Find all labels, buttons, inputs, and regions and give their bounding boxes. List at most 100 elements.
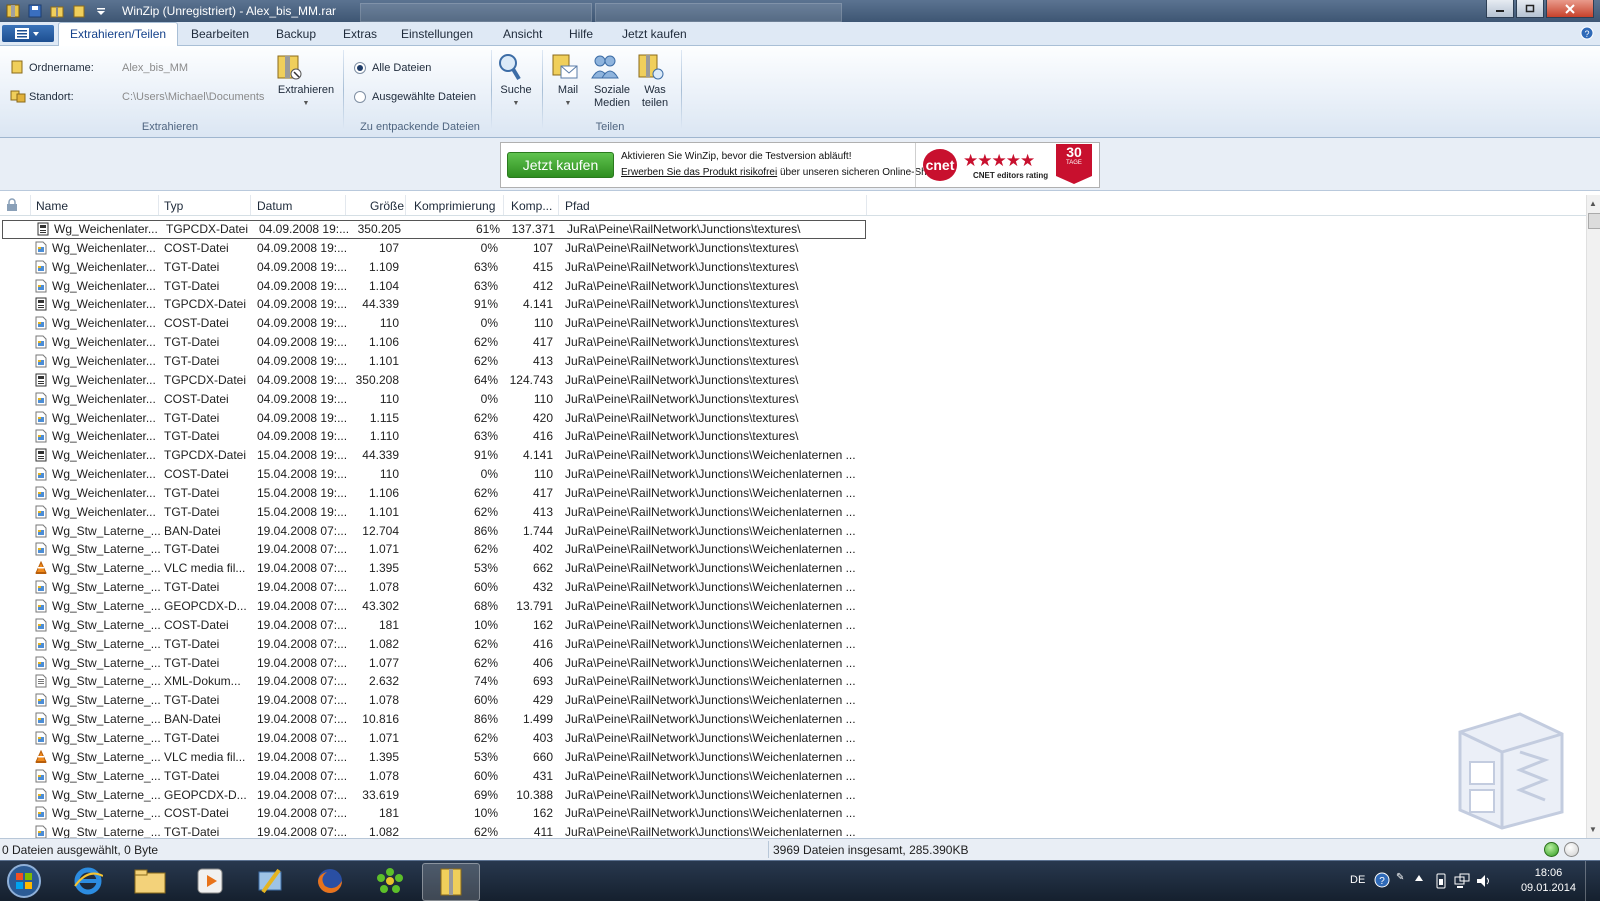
file-row[interactable]: Wg_Weichenlater... TGPCDX-Datei 04.09.2008… (2, 220, 866, 239)
standort-field[interactable]: C:\Users\Michael\Documents (122, 91, 264, 103)
file-row[interactable]: Wg_Weichenlater... COST-Datei 04.09.2008 1… (0, 314, 866, 333)
vertical-scrollbar[interactable]: ▲ ▼ (1586, 195, 1600, 838)
file-row[interactable]: Wg_Stw_Laterne_... XML-Dokum... 19.04.2008… (0, 672, 866, 691)
file-compression-ratio: 61% (475, 222, 500, 236)
file-row[interactable]: Wg_Stw_Laterne_... BAN-Datei 19.04.2008 07… (0, 710, 866, 729)
taskbar-internet-explorer-icon[interactable] (60, 863, 116, 899)
file-row[interactable]: Wg_Stw_Laterne_... TGT-Datei 19.04.2008 07… (0, 578, 866, 597)
file-row[interactable]: Wg_Weichenlater... TGT-Datei 15.04.2008 19… (0, 484, 866, 503)
file-row[interactable]: Wg_Stw_Laterne_... GEOPCDX-D... 19.04.2008… (0, 597, 866, 616)
tray-help-icon[interactable]: ? (1374, 872, 1390, 888)
show-desktop-button[interactable] (1585, 861, 1600, 901)
share-what-button[interactable]: Was teilen (636, 52, 674, 110)
banner-message-line1: Aktivieren Sie WinZip, bevor die Testver… (621, 151, 852, 162)
radio-ausgewaehlte-dateien[interactable]: Ausgewählte Dateien (354, 91, 476, 103)
social-media-button[interactable]: Soziale Medien (590, 52, 634, 110)
taskbar-icq-icon[interactable] (362, 863, 418, 899)
start-button[interactable] (4, 862, 48, 900)
save-icon[interactable] (26, 2, 44, 20)
tab-extras[interactable]: Extras (343, 27, 377, 41)
column-komprimierung[interactable]: Komprimierung (414, 199, 495, 213)
file-row[interactable]: Wg_Stw_Laterne_... TGT-Datei 19.04.2008 07… (0, 823, 866, 838)
scrollbar-thumb[interactable] (1588, 213, 1600, 229)
column-groesse[interactable]: Größe (370, 199, 404, 213)
file-row[interactable]: Wg_Stw_Laterne_... COST-Datei 19.04.2008 0… (0, 616, 866, 635)
file-row[interactable]: Wg_Stw_Laterne_... VLC media fil... 19.04.… (0, 559, 866, 578)
file-row[interactable]: Wg_Weichenlater... COST-Datei 15.04.2008 1… (0, 465, 866, 484)
banner-purchase-link[interactable]: Erwerben Sie das Produkt risikofrei (621, 167, 777, 178)
search-button[interactable]: Suche ▼ (497, 52, 535, 110)
file-row[interactable]: Wg_Weichenlater... TGPCDX-Datei 15.04.2008… (0, 446, 866, 465)
file-row[interactable]: Wg_Weichenlater... TGT-Datei 04.09.2008 19… (0, 352, 866, 371)
file-compression-ratio: 62% (473, 542, 498, 557)
tab-hilfe[interactable]: Hilfe (569, 27, 593, 41)
qat-customize-icon[interactable] (92, 2, 110, 20)
file-row[interactable]: Wg_Stw_Laterne_... TGT-Datei 19.04.2008 07… (0, 635, 866, 654)
window-title: WinZip (Unregistriert) - Alex_bis_MM.rar (122, 4, 337, 18)
generic-file-icon (35, 693, 47, 707)
radio-alle-dateien[interactable]: Alle Dateien (354, 62, 431, 74)
extract-button[interactable]: Extrahieren ▼ (275, 52, 337, 110)
file-row[interactable]: Wg_Weichenlater... COST-Datei 04.09.2008 1… (0, 390, 866, 409)
open-zip-icon[interactable] (48, 2, 66, 20)
tab-jetzt-kaufen[interactable]: Jetzt kaufen (622, 27, 687, 41)
file-row[interactable]: Wg_Stw_Laterne_... TGT-Datei 19.04.2008 07… (0, 729, 866, 748)
file-row[interactable]: Wg_Stw_Laterne_... TGT-Datei 19.04.2008 07… (0, 767, 866, 786)
scroll-up-arrow-icon[interactable]: ▲ (1589, 199, 1597, 208)
tray-network-icon[interactable] (1454, 873, 1470, 889)
close-button[interactable] (1546, 0, 1594, 18)
tab-backup[interactable]: Backup (276, 27, 316, 41)
minimize-button[interactable] (1486, 0, 1514, 18)
language-indicator[interactable]: DE (1350, 874, 1365, 886)
file-row[interactable]: Wg_Weichenlater... TGT-Datei 04.09.2008 19… (0, 333, 866, 352)
taskbar-paint-tool-icon[interactable] (242, 863, 298, 899)
taskbar-firefox-icon[interactable] (302, 863, 358, 899)
lock-icon[interactable] (6, 198, 18, 212)
column-name[interactable]: Name (36, 199, 68, 213)
file-row[interactable]: Wg_Weichenlater... TGT-Datei 04.09.2008 19… (0, 409, 866, 428)
buy-now-button[interactable]: Jetzt kaufen (507, 152, 614, 178)
file-row[interactable]: Wg_Stw_Laterne_... GEOPCDX-D... 19.04.2008… (0, 786, 866, 805)
file-row[interactable]: Wg_Stw_Laterne_... TGT-Datei 19.04.2008 07… (0, 691, 866, 710)
ordnername-field[interactable]: Alex_bis_MM (122, 62, 188, 74)
file-row[interactable]: Wg_Weichenlater... TGT-Datei 04.09.2008 19… (0, 277, 866, 296)
tab-einstellungen[interactable]: Einstellungen (401, 27, 473, 41)
vlc-file-icon (35, 749, 47, 764)
file-row[interactable]: Wg_Stw_Laterne_... TGT-Datei 19.04.2008 07… (0, 654, 866, 673)
taskbar-media-player-icon[interactable] (182, 863, 238, 899)
taskbar-winzip-icon[interactable] (422, 863, 480, 901)
tab-ansicht[interactable]: Ansicht (503, 27, 542, 41)
column-datum[interactable]: Datum (257, 199, 292, 213)
file-row[interactable]: Wg_Weichenlater... TGPCDX-Datei 04.09.2008… (0, 295, 866, 314)
tab-extrahieren-teilen[interactable]: Extrahieren/Teilen (58, 22, 179, 46)
file-row[interactable]: Wg_Stw_Laterne_... BAN-Datei 19.04.2008 07… (0, 522, 866, 541)
new-zip-icon[interactable] (70, 2, 88, 20)
tray-volume-icon[interactable] (1476, 873, 1492, 889)
tray-keyboard-icon[interactable]: ✎ (1396, 870, 1406, 890)
file-row[interactable]: Wg_Stw_Laterne_... VLC media fil... 19.04.… (0, 748, 866, 767)
file-row[interactable]: Wg_Weichenlater... TGPCDX-Datei 04.09.2008… (0, 371, 866, 390)
tab-bearbeiten[interactable]: Bearbeiten (191, 27, 249, 41)
file-row[interactable]: Wg_Weichenlater... TGT-Datei 15.04.2008 19… (0, 503, 866, 522)
column-pfad[interactable]: Pfad (565, 199, 590, 213)
help-icon[interactable]: ? (1580, 26, 1594, 40)
file-row[interactable]: Wg_Stw_Laterne_... COST-Datei 19.04.2008 0… (0, 804, 866, 823)
column-komp[interactable]: Komp... (511, 199, 552, 213)
file-type: TGPCDX-Datei (164, 372, 247, 387)
taskbar-clock[interactable]: 18:06 09.01.2014 (1521, 866, 1576, 896)
winzip-app-icon[interactable] (4, 2, 22, 20)
tray-show-hidden-icon[interactable] (1414, 873, 1424, 883)
trial-banner[interactable]: Jetzt kaufen Aktivieren Sie WinZip, bevo… (500, 142, 1100, 188)
file-menu-button[interactable] (2, 25, 54, 42)
mail-button[interactable]: Mail ▼ (551, 52, 585, 110)
file-row[interactable]: Wg_Weichenlater... TGT-Datei 04.09.2008 19… (0, 427, 866, 446)
scroll-down-arrow-icon[interactable]: ▼ (1589, 825, 1597, 834)
column-typ[interactable]: Typ (164, 199, 183, 213)
file-row[interactable]: Wg_Weichenlater... TGT-Datei 04.09.2008 19… (0, 258, 866, 277)
file-type: TGPCDX-Datei (166, 222, 249, 236)
taskbar-explorer-icon[interactable] (122, 863, 178, 899)
file-row[interactable]: Wg_Stw_Laterne_... TGT-Datei 19.04.2008 07… (0, 540, 866, 559)
tray-device-icon[interactable] (1436, 873, 1446, 889)
file-row[interactable]: Wg_Weichenlater... COST-Datei 04.09.2008 1… (0, 239, 866, 258)
maximize-button[interactable] (1516, 0, 1544, 18)
